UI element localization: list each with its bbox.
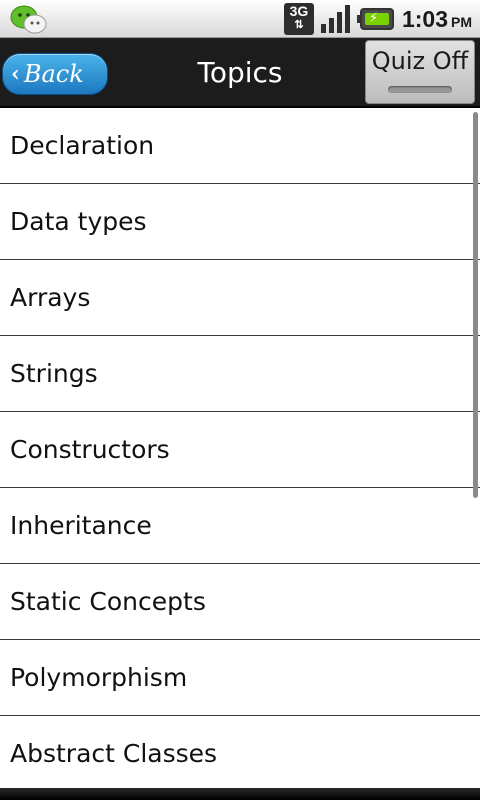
network-3g-icon: 3G ⇅ <box>283 3 314 35</box>
signal-bars-icon <box>320 5 350 33</box>
list-item[interactable]: Polymorphism <box>0 640 480 716</box>
list-item-label: Data types <box>10 207 147 236</box>
list-item-label: Abstract Classes <box>10 739 218 768</box>
chat-bubbles-icon <box>10 5 47 34</box>
title-bar: ‹ Back Topics Quiz Off <box>0 38 480 108</box>
quiz-toggle-button[interactable]: Quiz Off <box>365 40 475 104</box>
battery-charging-icon: ⚡ <box>356 8 394 30</box>
back-button-label: Back <box>23 60 84 88</box>
list-scrollbar[interactable] <box>473 112 478 498</box>
clock-time: 1:03 <box>401 5 448 32</box>
list-item-label: Static Concepts <box>10 587 206 616</box>
list-item-label: Declaration <box>10 131 155 160</box>
data-arrows-icon: ⇅ <box>294 19 304 31</box>
back-chevron-icon: ‹ <box>11 61 20 87</box>
quiz-toggle-indicator <box>388 86 452 93</box>
network-label: 3G <box>289 3 309 19</box>
list-item[interactable]: Constructors <box>0 412 480 488</box>
list-item[interactable]: Static Concepts <box>0 564 480 640</box>
status-bar: 3G ⇅ ⚡ 1:03 PM <box>0 0 480 38</box>
list-item-label: Arrays <box>10 283 91 312</box>
list-item[interactable]: Strings <box>0 336 480 412</box>
topic-list[interactable]: Declaration Data types Arrays Strings Constr… <box>0 108 480 788</box>
list-item-label: Inheritance <box>10 511 152 540</box>
list-item-label: Constructors <box>10 435 170 464</box>
back-button[interactable]: ‹ Back <box>2 53 108 95</box>
list-item[interactable]: Inheritance <box>0 488 480 564</box>
clock-ampm: PM <box>451 14 472 30</box>
quiz-toggle-label: Quiz Off <box>371 47 469 75</box>
list-item-label: Strings <box>10 359 98 388</box>
list-item-label: Polymorphism <box>10 663 188 692</box>
bottom-edge <box>0 788 480 800</box>
list-item[interactable]: Data types <box>0 184 480 260</box>
page-title: Topics <box>197 56 283 89</box>
list-item[interactable]: Declaration <box>0 108 480 184</box>
status-icons: 3G ⇅ ⚡ 1:03 PM <box>283 0 472 38</box>
list-item[interactable]: Arrays <box>0 260 480 336</box>
list-item[interactable]: Abstract Classes <box>0 716 480 788</box>
